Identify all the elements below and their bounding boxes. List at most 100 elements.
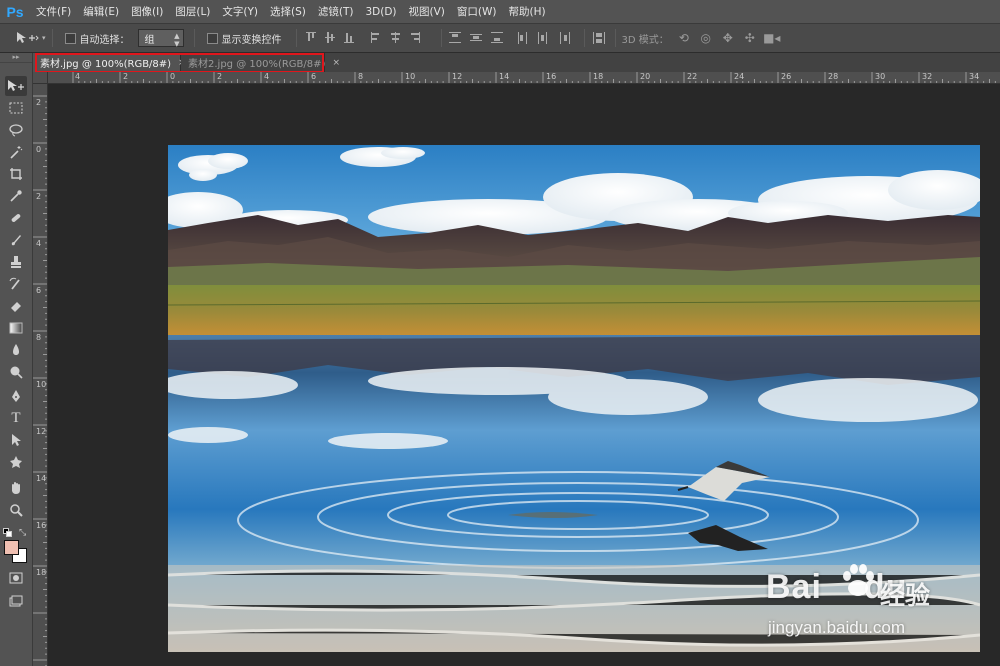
3d-slide-icon[interactable]: ✣ [741, 29, 759, 47]
panel-collapse-grip[interactable]: ▸▸ [0, 53, 32, 63]
quick-mask-icon[interactable] [5, 568, 27, 588]
tab-document-1[interactable]: 素材.jpg @ 100%(RGB/8#) × [33, 53, 186, 72]
ruler-label: 8 [358, 72, 364, 81]
close-icon[interactable]: × [332, 58, 340, 68]
auto-select-label: 自动选择： [79, 34, 130, 46]
ruler-label: 18 [593, 72, 604, 81]
move-tool-preset-icon[interactable] [14, 28, 40, 48]
foreground-color-swatch[interactable] [4, 540, 19, 555]
tab-label: 素材.jpg @ 100%(RGB/8#) [40, 59, 172, 70]
lasso-tool-icon[interactable] [5, 120, 27, 140]
ruler-label: 2 [217, 72, 223, 81]
ruler-label: 2 [36, 192, 42, 201]
3d-rotate-icon[interactable]: ⟲ [675, 29, 693, 47]
screen-mode-icon[interactable] [5, 591, 27, 611]
ruler-label: 2 [36, 98, 42, 107]
move-tool-icon[interactable] [5, 76, 27, 96]
menu-layer[interactable]: 图层(L) [169, 4, 216, 19]
3d-pan-icon[interactable]: ✥ [719, 29, 737, 47]
ruler-label: 16 [546, 72, 557, 81]
document-image[interactable] [168, 145, 980, 652]
ruler-label: 8 [36, 333, 42, 342]
ruler-label: 2 [123, 72, 129, 81]
menu-image[interactable]: 图像(I) [125, 4, 169, 19]
custom-shape-tool-icon[interactable] [5, 452, 27, 472]
ruler-label: 6 [36, 286, 42, 295]
menu-type[interactable]: 文字(Y) [216, 4, 264, 19]
swap-colors-icon[interactable]: ⤡ [19, 528, 26, 538]
3d-mode-label: 3D 模式： [621, 34, 669, 46]
eyedropper-tool-icon[interactable] [5, 186, 27, 206]
healing-brush-tool-icon[interactable] [5, 208, 27, 228]
ruler-label: 20 [640, 72, 651, 81]
show-transform-label: 显示变换控件 [221, 34, 282, 46]
hand-tool-icon[interactable] [5, 478, 27, 498]
menu-window[interactable]: 窗口(W) [451, 4, 503, 19]
auto-select-value: 组 [144, 34, 155, 46]
ruler-label: 30 [875, 72, 886, 81]
ruler-label: 0 [170, 72, 176, 81]
vertical-ruler[interactable]: 2 0 2 4 6 8 10 12 14 16 18 [33, 84, 48, 666]
document-tab-bar: 素材.jpg @ 100%(RGB/8#) × 素材2.jpg @ 100%(R… [33, 53, 1000, 72]
pen-tool-icon[interactable] [5, 386, 27, 406]
ruler-label: 6 [311, 72, 317, 81]
ruler-label: 4 [36, 239, 42, 248]
brush-tool-icon[interactable] [5, 230, 27, 250]
tools-panel: ▸▸ T ⤡ [0, 53, 33, 666]
updown-arrow-icon: ▲ ▼ [174, 32, 180, 48]
menu-edit[interactable]: 编辑(E) [77, 4, 125, 19]
menu-help[interactable]: 帮助(H) [503, 4, 552, 19]
dodge-tool-icon[interactable] [5, 362, 27, 382]
separator [193, 29, 195, 47]
ruler-label: 0 [36, 145, 42, 154]
chevron-down-icon[interactable]: ▾ [42, 34, 46, 42]
ruler-label: 14 [499, 72, 510, 81]
marquee-tool-icon[interactable] [5, 98, 27, 118]
clone-stamp-tool-icon[interactable] [5, 252, 27, 272]
3d-roll-icon[interactable]: ◎ [697, 29, 715, 47]
auto-select-checkbox[interactable] [64, 32, 76, 44]
ruler-label: 4 [264, 72, 270, 81]
ruler-origin[interactable] [33, 72, 48, 84]
gradient-tool-icon[interactable] [5, 318, 27, 338]
ruler-label: 4 [75, 72, 81, 81]
type-tool-icon[interactable]: T [5, 408, 27, 428]
path-selection-tool-icon[interactable] [5, 430, 27, 450]
ruler-label: 34 [969, 72, 980, 81]
distribute-buttons-group[interactable] [448, 30, 578, 46]
history-brush-tool-icon[interactable] [5, 274, 27, 294]
magic-wand-tool-icon[interactable] [5, 142, 27, 162]
ruler-label: 32 [922, 72, 933, 81]
menu-filter[interactable]: 滤镜(T) [312, 4, 360, 19]
horizontal-ruler[interactable]: 4 2 0 2 4 6 8 10 12 14 16 18 20 22 24 26… [48, 72, 1000, 84]
ruler-label: 10 [36, 380, 47, 389]
ruler-label: 12 [36, 427, 47, 436]
ruler-label: 18 [36, 568, 47, 577]
auto-select-dropdown[interactable]: 组 ▲ ▼ [137, 29, 184, 48]
separator [614, 29, 616, 47]
crop-tool-icon[interactable] [5, 164, 27, 184]
menu-view[interactable]: 视图(V) [403, 4, 451, 19]
zoom-tool-icon[interactable] [5, 500, 27, 520]
options-bar: ▾ 自动选择： 组 ▲ ▼ 显示变换控件 3D 模式： ⟲ ◎ ✥ ✣ ■◂ [0, 24, 1000, 53]
blur-tool-icon[interactable] [5, 340, 27, 360]
ruler-label: 12 [452, 72, 463, 81]
menu-select[interactable]: 选择(S) [264, 4, 312, 19]
separator [295, 29, 297, 47]
menu-3d[interactable]: 3D(D) [359, 6, 402, 18]
align-buttons-group[interactable] [305, 30, 435, 46]
3d-scale-icon[interactable]: ■◂ [763, 29, 781, 47]
ruler-label: 10 [405, 72, 416, 81]
tab-document-2[interactable]: 素材2.jpg @ 100%(RGB/8#) × [181, 53, 340, 72]
default-colors-icon[interactable] [3, 528, 12, 537]
ruler-label: 28 [828, 72, 839, 81]
auto-align-icon[interactable] [591, 30, 607, 46]
show-transform-checkbox[interactable] [206, 32, 218, 44]
ruler-label: 14 [36, 474, 47, 483]
menu-file[interactable]: 文件(F) [30, 4, 77, 19]
separator [51, 29, 53, 47]
eraser-tool-icon[interactable] [5, 296, 27, 316]
menu-bar: Ps 文件(F) 编辑(E) 图像(I) 图层(L) 文字(Y) 选择(S) 滤… [0, 0, 1000, 24]
ruler-label: 26 [781, 72, 792, 81]
tab-label: 素材2.jpg @ 100%(RGB/8#) [188, 59, 326, 70]
